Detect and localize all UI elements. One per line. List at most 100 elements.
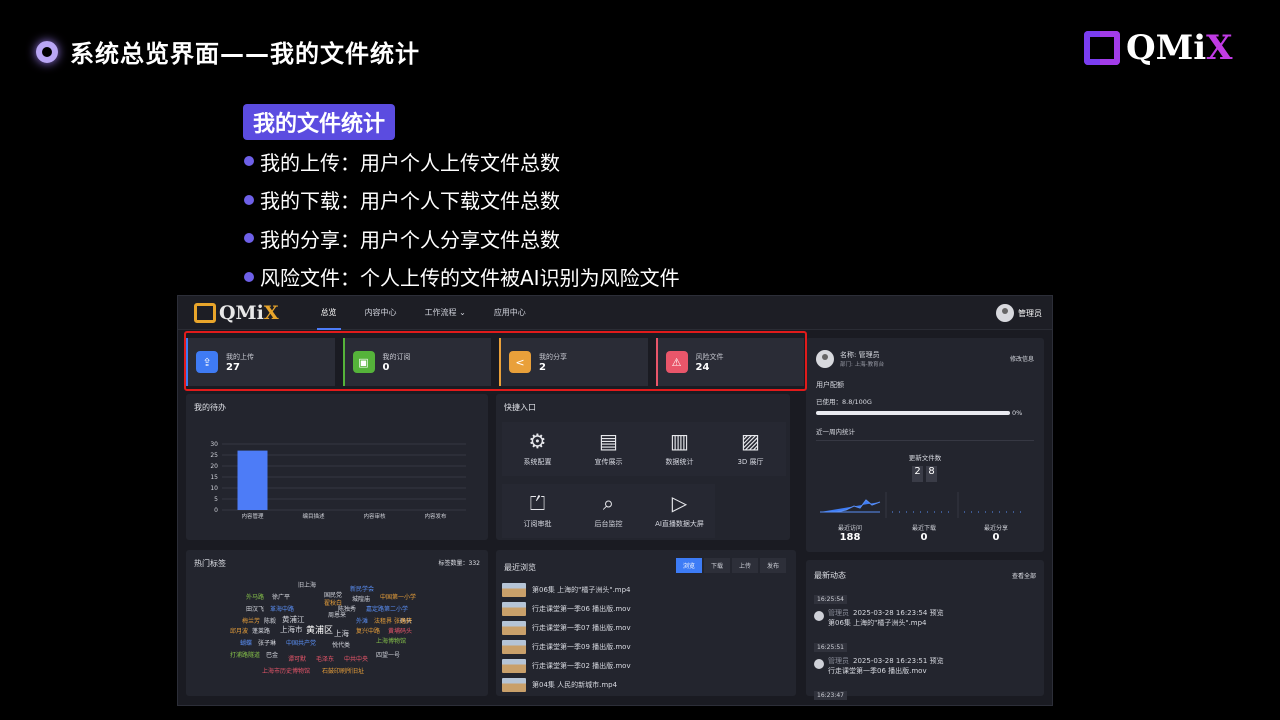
feed-text: 管理员 2025-03-28 16:23:54 预览 第06集 上海的"橘子洲头".…	[828, 608, 944, 628]
recent-panel: 最近浏览 浏览 下载 上传 发布 第06集 上海的"橘子洲头".mp4 行走课堂第…	[496, 550, 796, 696]
feed-time: 16:23:47	[814, 691, 847, 700]
tag-word[interactable]: 巴金	[266, 650, 278, 659]
tag-word[interactable]: 周恩来	[328, 610, 346, 619]
tag-word[interactable]: 蝴蝶	[240, 638, 252, 647]
bullet-text: 我的下载：用户个人下载文件总数	[260, 189, 560, 214]
tag-word[interactable]: 中国第一小学	[380, 592, 416, 601]
new-files-title: 更新文件数	[908, 454, 942, 462]
video-thumbnail	[502, 582, 526, 597]
quick-entry-item[interactable]: ⌕ 后台监控	[573, 484, 644, 538]
tag-word[interactable]: 上海博物馆	[376, 636, 406, 645]
recent-item-name: 行走课堂第一季09 播出版.mov	[532, 642, 631, 651]
tag-word[interactable]: 外滩	[356, 616, 368, 625]
feed-panel: 最新动态 查看全部 16:25:54 管理员 2025-03-28 16:23:54…	[806, 560, 1044, 700]
quick-entry-item[interactable]: ⚙ 系统配置	[502, 422, 573, 476]
bullet-dot-icon	[244, 271, 254, 282]
recent-item-name: 行走课堂第一季07 播出版.mov	[532, 623, 631, 632]
app-logo[interactable]: QMi X	[194, 302, 279, 324]
nav-overview[interactable]: 总览	[307, 296, 351, 330]
tag-word[interactable]: 四望一号	[376, 650, 400, 659]
tab-download[interactable]: 下载	[703, 558, 730, 573]
tag-word[interactable]: 嘉定路第二小学	[366, 604, 408, 613]
tab-browse[interactable]: 浏览	[675, 558, 702, 573]
tag-word[interactable]: 谭可默	[288, 654, 306, 663]
user-menu[interactable]: 管理员	[996, 304, 1042, 322]
tag-word[interactable]: 毛泽东	[316, 654, 334, 663]
tag-word[interactable]: 打浦路隧道	[230, 650, 260, 659]
quick-entry-item[interactable]: ▨ 3D 展厅	[715, 422, 786, 476]
tab-publish[interactable]: 发布	[759, 558, 786, 573]
tag-word[interactable]: 上海市历史博物馆	[262, 666, 310, 675]
tag-word[interactable]: 张子琳	[258, 638, 276, 647]
tag-word[interactable]: 中共中央	[344, 654, 368, 663]
tag-word[interactable]: 邱月波	[230, 626, 248, 635]
section-tag: 我的文件统计	[243, 104, 396, 140]
week-stats-title: 近一周内统计	[816, 428, 855, 436]
recent-item[interactable]: 行走课堂第一季06 播出版.mov	[502, 599, 782, 618]
tab-upload[interactable]: 上传	[731, 558, 758, 573]
bullet-text: 风险文件：个人上传的文件被AI识别为风险文件	[260, 266, 680, 291]
tag-word[interactable]: 黄埔码头	[388, 626, 412, 635]
recent-item[interactable]: 第04集 人民的新城市.mp4	[502, 675, 782, 694]
quick-entry-item[interactable]: ▤ 宣传展示	[573, 422, 644, 476]
tag-word[interactable]: 黄浦区	[306, 623, 333, 636]
hot-tags-title: 热门标签	[194, 559, 226, 568]
x-tick-label: 内容发布	[424, 512, 447, 520]
feed-item[interactable]: 16:25:54 管理员 2025-03-28 16:23:54 预览 第06集 上海…	[814, 586, 1034, 628]
recent-item[interactable]: 行走课堂第一季02 播出版.mov	[502, 656, 782, 675]
mini-stat: 最近访问 188	[816, 523, 884, 543]
tag-word[interactable]: 城隍庙	[352, 594, 370, 603]
tag-word[interactable]: 陈毅	[264, 616, 276, 625]
tag-word[interactable]: 新民学会	[350, 584, 374, 593]
feed-user: 管理员	[828, 609, 849, 617]
tag-word[interactable]: 石鼓印刷所旧址	[322, 666, 364, 675]
tag-word[interactable]: 外马路	[246, 592, 264, 601]
recent-item[interactable]: 第06集 上海的"橘子洲头".mp4	[502, 580, 782, 599]
quick-entry-item[interactable]: ▷ AI直播数据大屏	[644, 484, 715, 538]
y-tick-label: 0	[214, 507, 218, 514]
tag-word[interactable]: 田汉飞	[246, 604, 264, 613]
app-logo-x: X	[263, 301, 279, 324]
tag-word[interactable]: 悦代类	[332, 640, 350, 649]
tag-word[interactable]: 上海	[334, 628, 349, 639]
tag-word[interactable]: 蓬莱路	[252, 626, 270, 635]
view-all-link[interactable]: 查看全部	[1012, 571, 1036, 580]
quota-progress-bar	[816, 411, 1010, 415]
top-nav-bar: QMi X 总览 内容中心 工作流程 ⌄ 应用中心 管理员	[178, 296, 1052, 330]
quick-entry-label: AI直播数据大屏	[655, 520, 704, 528]
tag-word[interactable]: 法租界	[374, 616, 392, 625]
feed-item[interactable]: 16:23:47管理员2025-03-28 16:23:47 预览行走课堂第一季…	[814, 682, 1034, 705]
quick-entry-label: 系统配置	[523, 458, 552, 466]
quick-entry-item[interactable]: ⏍ 订阅审批	[502, 484, 573, 538]
quick-entry-icon: ⏍	[529, 491, 546, 515]
profile-name: 名称: 管理员	[840, 351, 880, 359]
quick-entry-item[interactable]: ▥ 数据统计	[644, 422, 715, 476]
feed-user: 管理员	[828, 657, 849, 665]
tag-word[interactable]: 梅兰芳	[242, 616, 260, 625]
todo-bar-chart: 30 25 20 15 10 5 0 内容管理 编目描述 内容审核 内容发布	[210, 441, 466, 520]
bar[interactable]	[237, 450, 268, 510]
tag-word[interactable]: 张逸轩	[394, 616, 412, 625]
nav-app-center[interactable]: 应用中心	[480, 296, 540, 330]
profile-avatar	[816, 350, 834, 368]
avatar	[996, 304, 1014, 322]
mini-stat-label: 最近访问	[837, 525, 862, 532]
recent-item[interactable]: 行走课堂第一季09 播出版.mov	[502, 637, 782, 656]
tag-word[interactable]: 中国共产党	[286, 638, 316, 647]
feed-avatar	[814, 611, 824, 621]
nav-content-center[interactable]: 内容中心	[351, 296, 411, 330]
edit-profile-link[interactable]: 修改信息	[1010, 354, 1034, 363]
quick-entry-panel: 快捷入口 ⚙ 系统配置 ▤ 宣传展示 ▥ 数据统计 ▨ 3D 展厅 ⏍ 订阅审批 ⌕ 后台监控 ▷ AI直…	[496, 394, 790, 540]
bullet-text: 我的分享：用户个人分享文件总数	[260, 227, 560, 252]
recent-item[interactable]: 行走课堂第一季07 播出版.mov	[502, 618, 782, 637]
tag-word[interactable]: 复兴中路	[356, 626, 380, 635]
tag-word[interactable]: 旧上海	[298, 580, 316, 589]
tag-word[interactable]: 徐广平	[272, 592, 290, 601]
nav-workflow[interactable]: 工作流程 ⌄	[411, 296, 480, 330]
slide-title-text: 系统总览界面——我的文件统计	[70, 40, 420, 68]
tag-word[interactable]: 革海中路	[270, 604, 294, 613]
feed-item[interactable]: 16:25:51 管理员 2025-03-28 16:23:51 预览 行走课堂第一季…	[814, 634, 1034, 676]
tag-word[interactable]: 上海市	[280, 624, 303, 635]
video-thumbnail	[502, 601, 526, 616]
feed-action: 2025-03-28 16:23:54 预览	[853, 609, 944, 617]
